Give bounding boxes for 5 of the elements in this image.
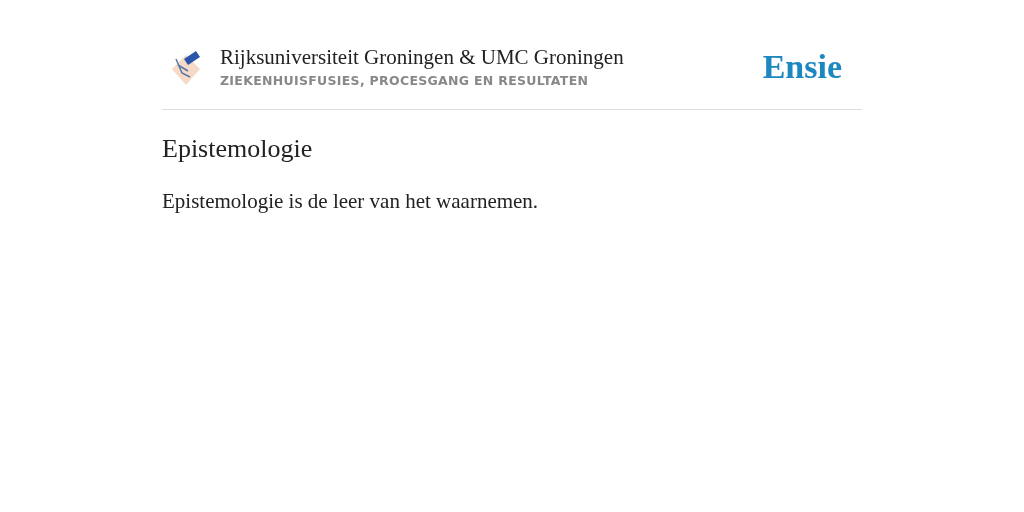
site-title[interactable]: Rijksuniversiteit Groningen & UMC Groningen bbox=[220, 44, 624, 70]
article-text: Epistemologie is de leer van het waarnemen. bbox=[162, 187, 540, 215]
site-subtitle: ZIEKENHUISFUSIES, PROCESGANG EN RESULTATEN bbox=[220, 72, 590, 90]
article-heading: Epistemologie bbox=[162, 132, 314, 165]
brand-logo[interactable]: Ensie bbox=[762, 50, 842, 85]
